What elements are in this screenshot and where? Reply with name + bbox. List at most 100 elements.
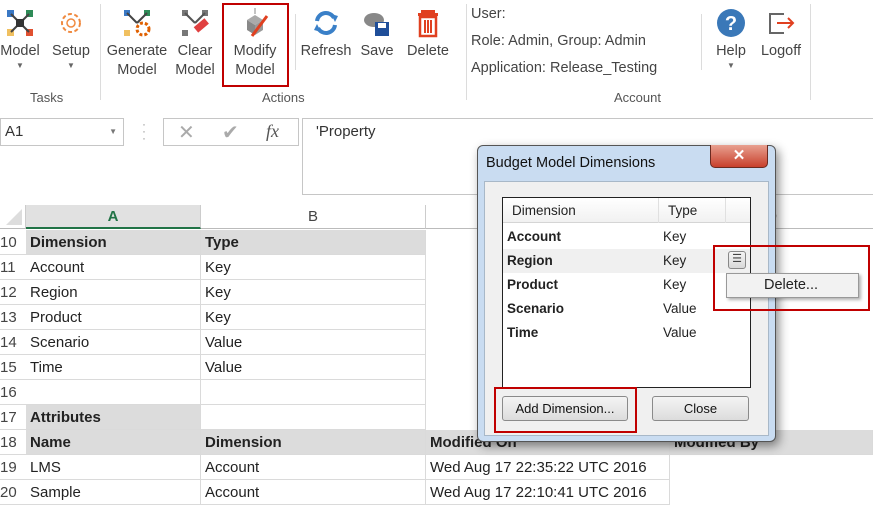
clear-label-1: Clear <box>177 43 213 59</box>
cell[interactable]: Name <box>26 430 201 455</box>
cell[interactable]: LMS <box>26 455 201 480</box>
column-header-b[interactable]: B <box>201 205 426 229</box>
save-button[interactable]: Save <box>356 4 398 61</box>
column-header-a[interactable]: A <box>26 205 201 229</box>
column-type[interactable]: Type <box>668 198 697 223</box>
clear-model-button[interactable]: Clear Model <box>172 4 218 80</box>
row-number[interactable]: 10 <box>0 230 26 255</box>
group-tasks-label: Tasks <box>30 90 64 105</box>
cell[interactable]: Key <box>201 280 426 305</box>
help-label: Help <box>716 43 746 59</box>
formula-controls: ✕ ✔ fx <box>163 118 299 146</box>
separator <box>466 4 467 100</box>
separator <box>295 14 296 70</box>
generate-label-1: Generate <box>106 43 168 59</box>
cell[interactable]: Wed Aug 17 22:10:41 UTC 2016 <box>426 480 670 505</box>
cell[interactable]: Account <box>201 455 426 480</box>
dimension-row[interactable]: Time Value <box>503 321 750 345</box>
cell[interactable]: Time <box>26 355 201 380</box>
cell[interactable]: Account <box>201 480 426 505</box>
generate-model-icon <box>124 10 151 37</box>
help-button[interactable]: ? Help ▼ <box>710 4 752 71</box>
ribbon: Model ▼ Setup ▼ Tasks Generate Model Cle… <box>0 0 873 110</box>
cell[interactable] <box>201 380 426 405</box>
cell[interactable]: Product <box>26 305 201 330</box>
separator <box>810 4 811 100</box>
name-box-value: A1 <box>5 123 24 140</box>
highlight-box <box>222 3 289 87</box>
cell[interactable]: Wed Aug 17 22:35:22 UTC 2016 <box>426 455 670 480</box>
cancel-icon[interactable]: ✕ <box>178 120 195 145</box>
cell[interactable]: Key <box>201 255 426 280</box>
cell[interactable]: Value <box>201 330 426 355</box>
refresh-icon <box>314 11 338 35</box>
highlight-box <box>713 245 870 311</box>
cell[interactable]: Account <box>26 255 201 280</box>
cell[interactable]: Scenario <box>26 330 201 355</box>
dimension-name: Scenario <box>507 301 565 316</box>
separator <box>701 14 702 70</box>
refresh-label: Refresh <box>300 43 352 59</box>
logoff-icon <box>769 13 795 34</box>
help-icon: ? <box>717 9 745 37</box>
row-number[interactable]: 20 <box>0 480 26 505</box>
list-header: Dimension Type <box>503 198 750 223</box>
name-box[interactable]: A1 ▼ <box>0 118 124 146</box>
function-icon[interactable]: fx <box>266 121 279 142</box>
dimension-type: Value <box>663 301 697 316</box>
dimension-name: Product <box>507 277 559 292</box>
cell[interactable]: Attributes <box>26 405 201 430</box>
save-icon <box>364 13 389 36</box>
row-number[interactable]: 11 <box>0 255 26 280</box>
save-label: Save <box>360 43 394 59</box>
refresh-button[interactable]: Refresh <box>300 4 352 61</box>
generate-label-2: Model <box>117 62 157 78</box>
select-all-corner[interactable] <box>0 205 26 229</box>
svg-text:?: ? <box>725 13 737 35</box>
row-number[interactable]: 15 <box>0 355 26 380</box>
chevron-down-icon: ▼ <box>727 61 735 70</box>
group-actions-label: Actions <box>262 90 305 105</box>
chevron-down-icon: ▼ <box>67 61 75 70</box>
cell[interactable] <box>26 380 201 405</box>
gear-icon <box>61 13 81 33</box>
column-dimension[interactable]: Dimension <box>512 198 576 223</box>
cell[interactable]: Dimension <box>201 430 426 455</box>
row-number[interactable]: 12 <box>0 280 26 305</box>
row-number[interactable]: 17 <box>0 405 26 430</box>
setup-button[interactable]: Setup ▼ <box>48 4 94 71</box>
cell[interactable]: Value <box>201 355 426 380</box>
row-number[interactable]: 19 <box>0 455 26 480</box>
cell[interactable] <box>201 405 426 430</box>
highlight-box <box>494 387 637 433</box>
cell[interactable]: Sample <box>26 480 201 505</box>
row-number[interactable]: 16 <box>0 380 26 405</box>
cell[interactable]: Key <box>201 305 426 330</box>
model-button[interactable]: Model ▼ <box>0 4 44 71</box>
model-icon <box>7 10 33 36</box>
row-number[interactable]: 13 <box>0 305 26 330</box>
dimension-name: Region <box>507 253 553 268</box>
close-button[interactable]: Close <box>652 396 749 421</box>
cell[interactable]: Dimension <box>26 230 201 255</box>
dimension-type: Key <box>663 253 687 268</box>
enter-icon[interactable]: ✔ <box>222 120 239 145</box>
setup-label: Setup <box>52 43 90 59</box>
generate-model-button[interactable]: Generate Model <box>104 4 170 80</box>
row-number[interactable]: 18 <box>0 430 26 455</box>
chevron-down-icon: ▼ <box>16 61 24 70</box>
more-icon: · · · <box>142 117 146 145</box>
delete-button[interactable]: Delete <box>402 4 454 61</box>
clear-label-2: Model <box>175 62 215 78</box>
dialog-close-button[interactable]: ✕ <box>710 145 768 168</box>
dimension-name: Account <box>507 229 561 244</box>
row-number[interactable]: 14 <box>0 330 26 355</box>
dimension-name: Time <box>507 325 539 340</box>
logoff-button[interactable]: Logoff <box>756 4 806 61</box>
cell[interactable]: Type <box>201 230 426 255</box>
model-label: Model <box>0 43 40 59</box>
cell[interactable]: Region <box>26 280 201 305</box>
chevron-down-icon[interactable]: ▼ <box>109 119 117 145</box>
group-account-label: Account <box>614 90 661 105</box>
role-label: Role: Admin, Group: Admin <box>471 33 646 49</box>
